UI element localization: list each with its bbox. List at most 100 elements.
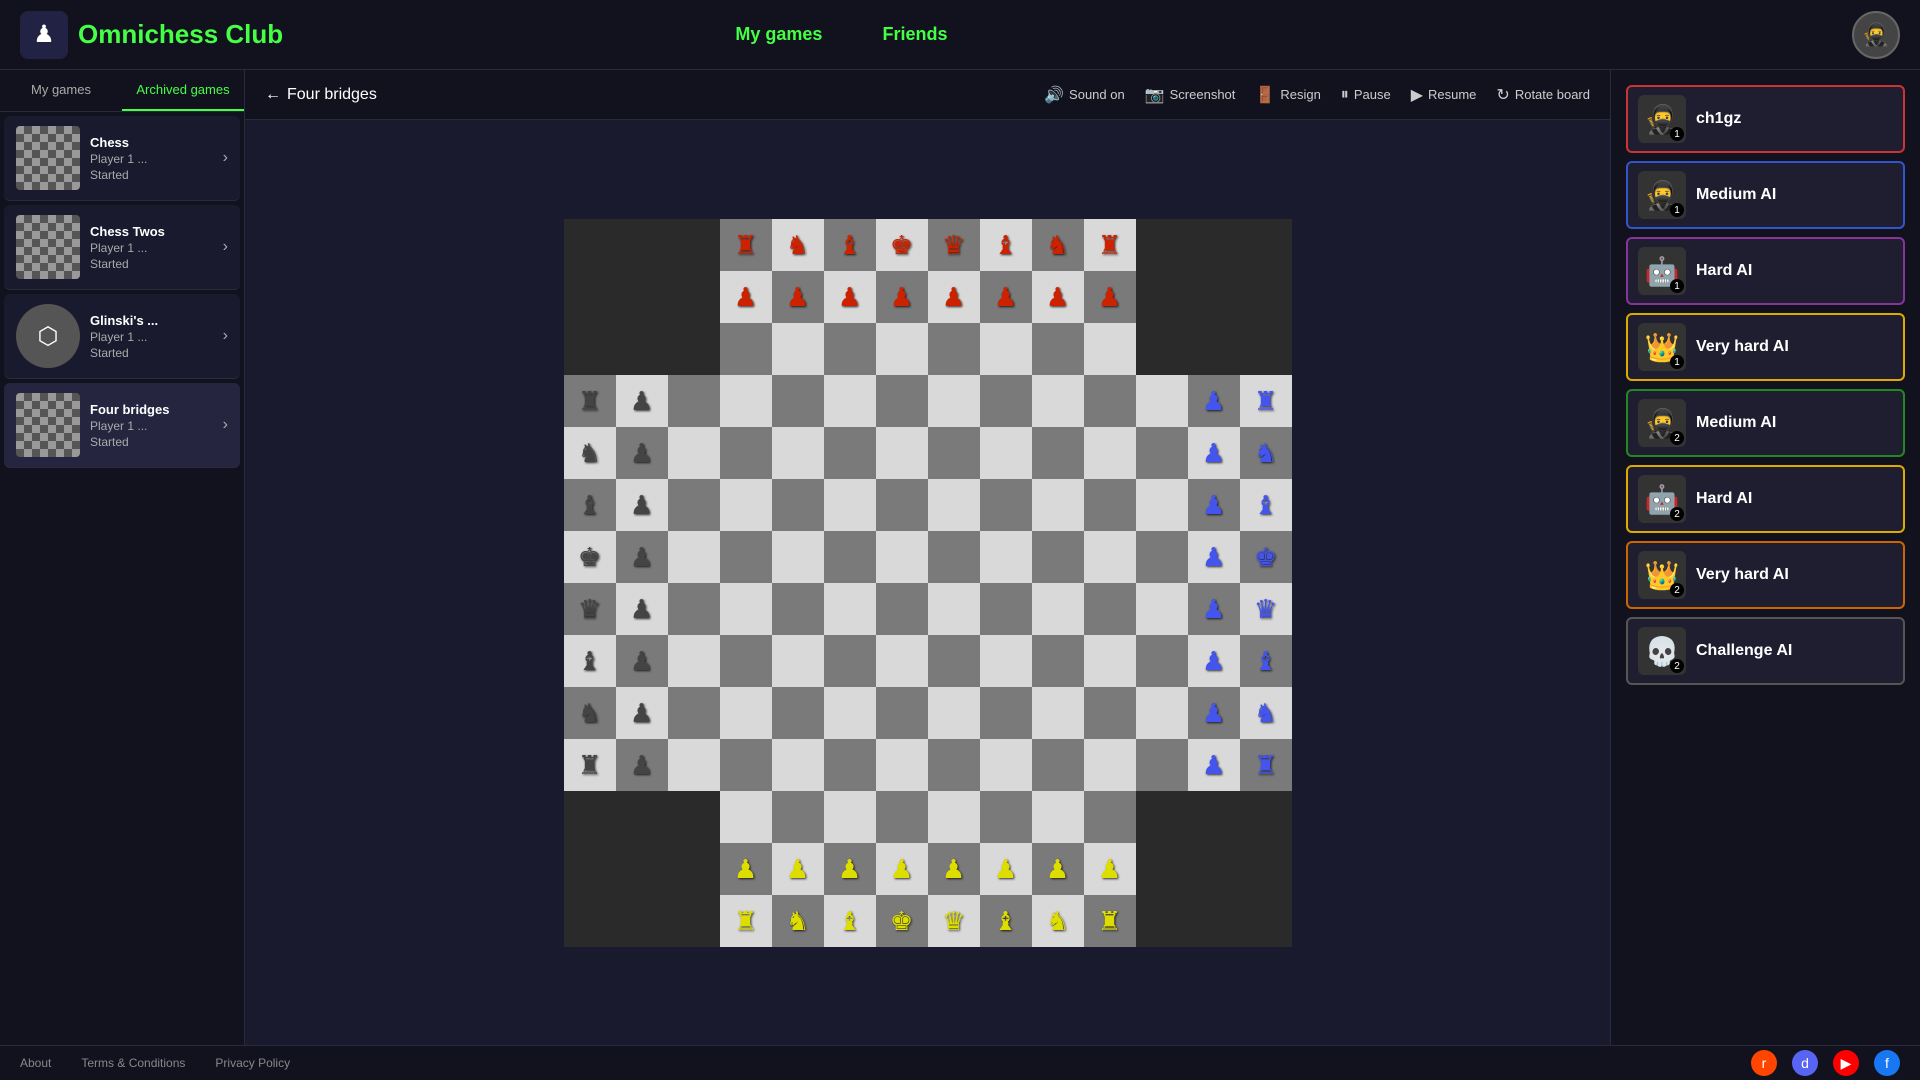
chess-cell-0-8[interactable]: ♝ <box>980 219 1032 271</box>
chess-cell-7-4[interactable] <box>772 583 824 635</box>
chess-cell-2-2[interactable] <box>668 323 720 375</box>
chess-cell-11-10[interactable] <box>1084 791 1136 843</box>
chess-cell-4-11[interactable] <box>1136 427 1188 479</box>
chess-cell-7-12[interactable]: ♟ <box>1188 583 1240 635</box>
chess-cell-3-13[interactable]: ♜ <box>1240 375 1292 427</box>
chess-cell-12-3[interactable]: ♟ <box>720 843 772 895</box>
chess-cell-3-3[interactable] <box>720 375 772 427</box>
chess-cell-0-12[interactable] <box>1188 219 1240 271</box>
chess-cell-5-5[interactable] <box>824 479 876 531</box>
chess-cell-3-9[interactable] <box>1032 375 1084 427</box>
chess-cell-13-13[interactable] <box>1240 895 1292 947</box>
chess-cell-5-0[interactable]: ♝ <box>564 479 616 531</box>
chess-cell-8-9[interactable] <box>1032 635 1084 687</box>
chess-cell-9-2[interactable] <box>668 687 720 739</box>
chess-cell-13-7[interactable]: ♛ <box>928 895 980 947</box>
chess-cell-1-3[interactable]: ♟ <box>720 271 772 323</box>
chess-cell-5-2[interactable] <box>668 479 720 531</box>
chess-cell-7-10[interactable] <box>1084 583 1136 635</box>
chess-cell-12-2[interactable] <box>668 843 720 895</box>
chess-cell-2-0[interactable] <box>564 323 616 375</box>
chess-cell-8-2[interactable] <box>668 635 720 687</box>
chess-cell-6-6[interactable] <box>876 531 928 583</box>
chess-cell-9-13[interactable]: ♞ <box>1240 687 1292 739</box>
chess-cell-13-10[interactable]: ♜ <box>1084 895 1136 947</box>
chess-cell-5-11[interactable] <box>1136 479 1188 531</box>
chess-cell-11-8[interactable] <box>980 791 1032 843</box>
chess-cell-10-6[interactable] <box>876 739 928 791</box>
chess-cell-5-12[interactable]: ♟ <box>1188 479 1240 531</box>
chess-cell-1-13[interactable] <box>1240 271 1292 323</box>
chess-cell-7-13[interactable]: ♛ <box>1240 583 1292 635</box>
chess-cell-10-4[interactable] <box>772 739 824 791</box>
chess-cell-0-9[interactable]: ♞ <box>1032 219 1084 271</box>
chess-cell-11-4[interactable] <box>772 791 824 843</box>
chess-cell-12-7[interactable]: ♟ <box>928 843 980 895</box>
youtube-icon[interactable]: ▶ <box>1833 1050 1859 1076</box>
chess-cell-3-10[interactable] <box>1084 375 1136 427</box>
footer-terms[interactable]: Terms & Conditions <box>81 1056 185 1070</box>
chess-cell-4-4[interactable] <box>772 427 824 479</box>
chess-cell-4-2[interactable] <box>668 427 720 479</box>
chess-cell-9-8[interactable] <box>980 687 1032 739</box>
chess-cell-1-10[interactable]: ♟ <box>1084 271 1136 323</box>
chess-cell-3-5[interactable] <box>824 375 876 427</box>
chess-cell-4-13[interactable]: ♞ <box>1240 427 1292 479</box>
chess-cell-1-2[interactable] <box>668 271 720 323</box>
chess-cell-11-7[interactable] <box>928 791 980 843</box>
chess-cell-2-11[interactable] <box>1136 323 1188 375</box>
chess-cell-1-9[interactable]: ♟ <box>1032 271 1084 323</box>
chess-cell-0-1[interactable] <box>616 219 668 271</box>
chess-cell-0-2[interactable] <box>668 219 720 271</box>
sound-button[interactable]: 🔊 Sound on <box>1044 85 1125 105</box>
chess-cell-3-0[interactable]: ♜ <box>564 375 616 427</box>
chess-cell-13-8[interactable]: ♝ <box>980 895 1032 947</box>
chess-cell-2-12[interactable] <box>1188 323 1240 375</box>
chess-cell-13-11[interactable] <box>1136 895 1188 947</box>
chess-cell-3-11[interactable] <box>1136 375 1188 427</box>
chess-cell-4-6[interactable] <box>876 427 928 479</box>
chess-cell-12-11[interactable] <box>1136 843 1188 895</box>
user-avatar[interactable]: 🥷 <box>1852 11 1900 59</box>
chess-cell-0-4[interactable]: ♞ <box>772 219 824 271</box>
chess-cell-8-8[interactable] <box>980 635 1032 687</box>
nav-friends[interactable]: Friends <box>882 24 947 45</box>
tab-my-games[interactable]: My games <box>0 70 122 111</box>
chess-cell-7-0[interactable]: ♛ <box>564 583 616 635</box>
chess-cell-6-0[interactable]: ♚ <box>564 531 616 583</box>
footer-about[interactable]: About <box>20 1056 51 1070</box>
chess-cell-12-1[interactable] <box>616 843 668 895</box>
chess-cell-0-6[interactable]: ♚ <box>876 219 928 271</box>
chess-cell-8-3[interactable] <box>720 635 772 687</box>
chess-cell-6-10[interactable] <box>1084 531 1136 583</box>
chess-cell-7-11[interactable] <box>1136 583 1188 635</box>
chess-cell-13-12[interactable] <box>1188 895 1240 947</box>
chess-cell-6-2[interactable] <box>668 531 720 583</box>
chess-cell-13-6[interactable]: ♚ <box>876 895 928 947</box>
chess-cell-8-4[interactable] <box>772 635 824 687</box>
chess-cell-12-5[interactable]: ♟ <box>824 843 876 895</box>
rotate-button[interactable]: ↻ Rotate board <box>1496 85 1590 105</box>
chess-cell-10-2[interactable] <box>668 739 720 791</box>
chess-cell-6-5[interactable] <box>824 531 876 583</box>
chess-cell-12-12[interactable] <box>1188 843 1240 895</box>
chess-cell-13-0[interactable] <box>564 895 616 947</box>
chess-cell-11-13[interactable] <box>1240 791 1292 843</box>
chess-cell-0-3[interactable]: ♜ <box>720 219 772 271</box>
chess-cell-11-5[interactable] <box>824 791 876 843</box>
chess-cell-10-12[interactable]: ♟ <box>1188 739 1240 791</box>
chess-cell-8-5[interactable] <box>824 635 876 687</box>
chess-cell-4-0[interactable]: ♞ <box>564 427 616 479</box>
discord-icon[interactable]: d <box>1792 1050 1818 1076</box>
chess-cell-5-3[interactable] <box>720 479 772 531</box>
chess-cell-6-1[interactable]: ♟ <box>616 531 668 583</box>
chess-cell-11-0[interactable] <box>564 791 616 843</box>
chess-cell-4-3[interactable] <box>720 427 772 479</box>
chess-cell-13-4[interactable]: ♞ <box>772 895 824 947</box>
nav-my-games[interactable]: My games <box>735 24 822 45</box>
chess-cell-9-9[interactable] <box>1032 687 1084 739</box>
back-button[interactable]: ← Four bridges <box>265 86 377 104</box>
chess-cell-10-5[interactable] <box>824 739 876 791</box>
chess-cell-3-6[interactable] <box>876 375 928 427</box>
chess-cell-0-0[interactable] <box>564 219 616 271</box>
